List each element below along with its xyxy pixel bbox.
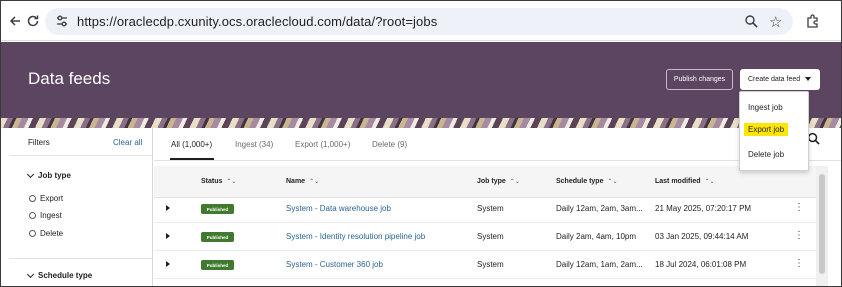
job-type-group-header[interactable]: Job type [26, 170, 71, 180]
schedule-type-group-header[interactable]: Schedule type [26, 270, 93, 280]
status-badge: Published [201, 232, 234, 242]
site-settings-icon[interactable] [55, 14, 69, 33]
vertical-scrollbar[interactable] [816, 166, 828, 286]
table-header: Status ⌃⌄ Name ⌃⌄ Job type ⌃⌄ Schedule type… [154, 166, 816, 198]
job-name-link[interactable]: System - Data warehouse job [286, 204, 391, 213]
job-name-link[interactable]: System - Identity resolution pipeline jo… [286, 232, 425, 241]
filter-option-delete[interactable]: Delete [29, 229, 63, 238]
status-badge: Published [201, 260, 234, 270]
create-data-feed-label: Create data feed [748, 76, 801, 83]
divider [9, 155, 152, 156]
bookmark-star-icon[interactable]: ☆ [769, 13, 782, 31]
column-header-last-modified[interactable]: Last modified ⌃⌄ [655, 178, 715, 185]
filter-option-label: Delete [40, 229, 64, 238]
page-title: Data feeds [28, 69, 111, 88]
browser-toolbar: https://oraclecdp.cxunity.ocs.oracleclou… [1, 1, 841, 41]
page-header: Data feeds Publish changes Create data f… [1, 42, 841, 118]
filters-title: Filters [28, 138, 50, 147]
menu-item-delete-job[interactable]: Delete job [748, 150, 784, 159]
column-header-label: Last modified [655, 178, 701, 185]
tab-all[interactable]: All (1,000+) [171, 140, 212, 149]
screenshot-frame: https://oraclecdp.cxunity.ocs.oracleclou… [0, 0, 842, 287]
last-modified-cell: 18 Jul 2024, 06:01:08 PM [655, 260, 747, 269]
jobs-table: Status ⌃⌄ Name ⌃⌄ Job type ⌃⌄ Schedule type… [154, 166, 816, 286]
schedule-cell: Daily 12am, 2am, 3am... [556, 204, 643, 213]
filter-option-label: Ingest [40, 211, 62, 220]
scrollbar-thumb[interactable] [819, 174, 825, 274]
row-actions-icon[interactable]: ⋮ [794, 203, 804, 213]
job-type-cell: System [477, 232, 504, 241]
table-row: Published System - Identity resolution p… [154, 223, 816, 251]
schedule-type-label: Schedule type [38, 271, 93, 280]
chevron-down-icon [26, 270, 35, 278]
zoom-icon[interactable] [744, 14, 758, 33]
job-type-cell: System [477, 260, 504, 269]
column-header-job-type[interactable]: Job type ⌃⌄ [477, 178, 520, 185]
sort-icon[interactable]: ⌃⌄ [309, 178, 319, 185]
tab-delete[interactable]: Delete (9) [372, 140, 407, 149]
status-badge: Published [201, 204, 234, 214]
column-header-name[interactable]: Name ⌃⌄ [286, 178, 319, 185]
column-header-label: Schedule type [556, 178, 604, 185]
caret-down-icon [805, 77, 811, 81]
row-actions-icon[interactable]: ⋮ [794, 259, 804, 269]
extensions-icon[interactable] [805, 13, 821, 34]
clear-all-link[interactable]: Clear all [113, 138, 142, 147]
tab-export[interactable]: Export (1,000+) [295, 140, 350, 149]
sort-icon[interactable]: ⌃⌄ [510, 178, 520, 185]
filter-option-label: Export [40, 194, 64, 203]
address-bar[interactable]: https://oraclecdp.cxunity.ocs.oracleclou… [45, 8, 793, 35]
job-name-link[interactable]: System - Customer 360 job [286, 260, 383, 269]
expand-row-icon[interactable] [166, 233, 170, 239]
divider [9, 258, 152, 259]
schedule-cell: Daily 2am, 4am, 10pm [556, 232, 637, 241]
menu-item-ingest-job[interactable]: Ingest job [748, 103, 783, 112]
reload-icon[interactable] [25, 13, 41, 29]
column-header-label: Name [286, 178, 306, 185]
column-header-schedule-type[interactable]: Schedule type ⌃⌄ [556, 178, 618, 185]
last-modified-cell: 03 Jan 2025, 09:44:14 AM [655, 232, 749, 241]
chevron-down-icon [26, 170, 35, 178]
filter-option-ingest[interactable]: Ingest [29, 211, 62, 220]
sort-icon[interactable]: ⌃⌄ [705, 178, 715, 185]
create-data-feed-menu: Ingest job Export job Delete job [739, 91, 809, 171]
table-row: Published System - Data warehouse job Sy… [154, 195, 816, 223]
job-type-cell: System [477, 204, 504, 213]
column-header-status[interactable]: Status ⌃⌄ [201, 178, 236, 185]
table-row: Published System - Customer 360 job Syst… [154, 251, 816, 279]
publish-changes-button[interactable]: Publish changes [666, 69, 733, 90]
sort-icon[interactable]: ⌃⌄ [607, 178, 617, 185]
row-actions-icon[interactable]: ⋮ [794, 231, 804, 241]
back-arrow-icon[interactable] [7, 13, 23, 29]
tab-ingest[interactable]: Ingest (34) [235, 140, 273, 149]
filter-option-export[interactable]: Export [29, 194, 63, 203]
create-data-feed-button[interactable]: Create data feed [740, 69, 820, 90]
expand-row-icon[interactable] [166, 205, 170, 211]
filters-panel: Filters Clear all Job type Export Ingest… [1, 128, 153, 286]
schedule-cell: Daily 12am, 1am, 2am... [556, 260, 643, 269]
radio-button[interactable] [29, 195, 36, 202]
column-header-label: Status [201, 178, 223, 185]
decorative-banner [1, 118, 841, 128]
radio-button[interactable] [29, 212, 36, 219]
url-text[interactable]: https://oraclecdp.cxunity.ocs.oracleclou… [77, 14, 437, 29]
sort-icon[interactable]: ⌃⌄ [226, 178, 236, 185]
expand-row-icon[interactable] [166, 261, 170, 267]
radio-button[interactable] [29, 230, 36, 237]
job-type-label: Job type [38, 171, 71, 180]
menu-item-export-job[interactable]: Export job [744, 123, 789, 136]
last-modified-cell: 21 May 2025, 07:20:17 PM [655, 204, 752, 213]
column-header-label: Job type [477, 178, 506, 185]
